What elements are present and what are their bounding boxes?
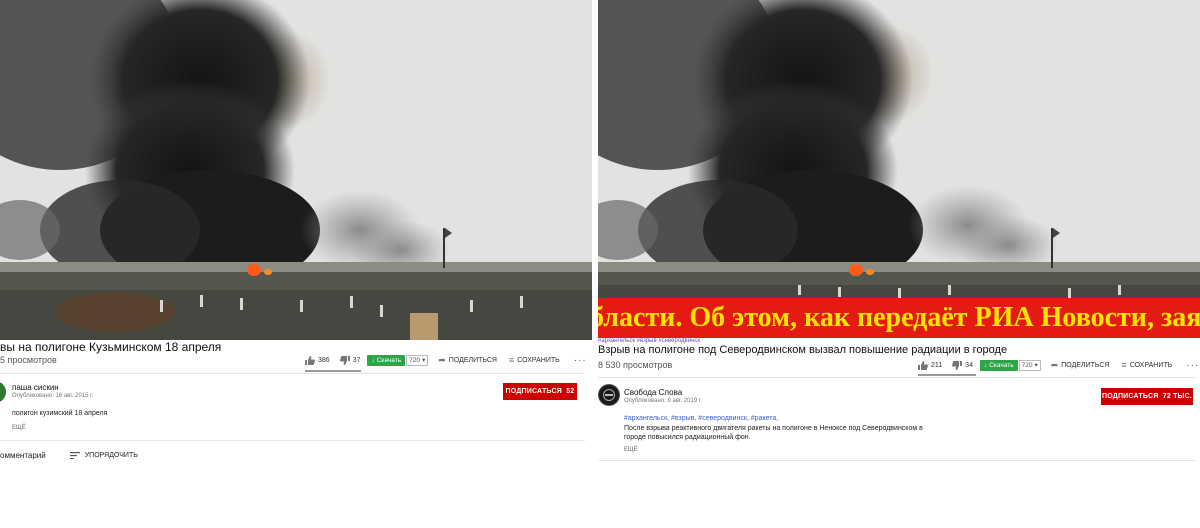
share-label: ПОДЕЛИТЬСЯ bbox=[448, 356, 497, 364]
channel-name[interactable]: Свобода Слова bbox=[624, 388, 682, 397]
dislike-count: 34 bbox=[965, 361, 973, 369]
divider bbox=[598, 460, 1196, 461]
chevron-down-icon: ▾ bbox=[421, 357, 426, 364]
quality-value: 720 bbox=[1021, 361, 1033, 369]
share-icon: ➦ bbox=[1050, 359, 1059, 370]
like-count: 386 bbox=[318, 356, 330, 364]
share-label: ПОДЕЛИТЬСЯ bbox=[1061, 361, 1110, 369]
dislike-button[interactable]: 37 bbox=[339, 355, 361, 365]
save-label: СОХРАНИТЬ bbox=[517, 356, 560, 364]
thumbs-up-icon bbox=[918, 360, 928, 370]
thumbs-down-icon bbox=[952, 360, 963, 370]
video-player-left[interactable] bbox=[0, 0, 592, 340]
show-more-link[interactable]: ЕЩЁ bbox=[12, 425, 26, 431]
sort-label: УПОРЯДОЧИТЬ bbox=[84, 452, 138, 459]
video-actions: 386 37 ↓ Скачать 720 ▾ ➦ ПОДЕЛИТЬСЯ ≡ СО… bbox=[305, 353, 587, 367]
description-hashtags[interactable]: #архангельск, #взрыв, #северодвинск, #ра… bbox=[624, 414, 778, 423]
channel-avatar[interactable] bbox=[598, 384, 620, 406]
download-arrow-icon: ↓ bbox=[983, 361, 988, 369]
video-description-line: городе повысился радиационный фон. bbox=[624, 434, 751, 441]
save-button[interactable]: ≡ СОХРАНИТЬ bbox=[1121, 360, 1172, 370]
divider bbox=[0, 440, 585, 441]
publish-date: Опубликовано: 16 авг. 2015 г. bbox=[12, 393, 94, 399]
quality-value: 720 bbox=[409, 356, 420, 364]
show-more-link[interactable]: ЕЩЁ bbox=[624, 447, 638, 453]
download-button[interactable]: ↓ Скачать bbox=[367, 354, 406, 366]
quality-select[interactable]: 720 ▾ bbox=[406, 354, 429, 366]
explosion-smoke-frame bbox=[0, 0, 592, 340]
share-button[interactable]: ➦ ПОДЕЛИТЬСЯ bbox=[1051, 360, 1110, 371]
subscribe-button[interactable]: ПОДПИСАТЬСЯ 52 bbox=[503, 383, 577, 400]
like-ratio-bar bbox=[305, 370, 361, 372]
download-arrow-icon: ↓ bbox=[371, 356, 375, 364]
thumbs-down-icon bbox=[339, 355, 350, 365]
right-video-page: бласти. Об этом, как передаёт РИА Новост… bbox=[598, 0, 1200, 528]
save-label: СОХРАНИТЬ bbox=[1129, 361, 1173, 369]
sort-comments-button[interactable]: УПОРЯДОЧИТЬ bbox=[69, 452, 138, 459]
subscribe-label: ПОДПИСАТЬСЯ bbox=[1101, 393, 1159, 400]
video-actions: 211 34 ↓ Скачать 720 ▾ ➦ ПОДЕЛИТЬСЯ ≡ СО… bbox=[918, 358, 1199, 372]
like-count: 211 bbox=[931, 361, 943, 369]
news-ticker-overlay: бласти. Об этом, как передаёт РИА Новост… bbox=[598, 298, 1200, 338]
subscribe-button[interactable]: ПОДПИСАТЬСЯ 72 ТЫС. bbox=[1101, 388, 1193, 405]
download-label: Скачать bbox=[376, 356, 402, 364]
channel-avatar[interactable] bbox=[0, 381, 6, 403]
download-button[interactable]: ↓ Скачать bbox=[979, 359, 1018, 371]
video-title: Взрыв на полигоне под Северодвинском выз… bbox=[598, 344, 1008, 356]
comments-header: омментарий УПОРЯДОЧИТЬ bbox=[0, 451, 138, 460]
chevron-down-icon: ▾ bbox=[1034, 362, 1038, 369]
share-button[interactable]: ➦ ПОДЕЛИТЬСЯ bbox=[438, 355, 497, 366]
quality-select[interactable]: 720 ▾ bbox=[1018, 359, 1041, 371]
video-description-line: После взрыва реактивного двигателя ракет… bbox=[624, 425, 923, 432]
dislike-button[interactable]: 34 bbox=[952, 360, 973, 370]
divider bbox=[0, 373, 585, 374]
save-button[interactable]: ≡ СОХРАНИТЬ bbox=[509, 355, 560, 365]
video-description: полигон кузимский 18 апреля bbox=[12, 410, 108, 417]
divider bbox=[598, 377, 1196, 378]
like-button[interactable]: 386 bbox=[305, 355, 330, 365]
channel-logo-icon-bar bbox=[605, 394, 613, 396]
comments-count-label: омментарий bbox=[0, 451, 46, 460]
left-video-page: вы на полигоне Кузьминском 18 апреля 5 п… bbox=[0, 0, 592, 528]
channel-name[interactable]: паша сискин bbox=[12, 383, 59, 392]
subscriber-count: 52 bbox=[566, 388, 575, 395]
video-title: вы на полигоне Кузьминском 18 апреля bbox=[0, 340, 222, 354]
playlist-add-icon: ≡ bbox=[1121, 360, 1127, 370]
view-count: 5 просмотров bbox=[0, 355, 57, 365]
dislike-count: 37 bbox=[352, 356, 361, 364]
explosion-smoke-frame bbox=[598, 0, 1200, 338]
view-count: 8 530 просмотров bbox=[598, 360, 673, 370]
more-actions-icon[interactable]: ··· bbox=[1186, 360, 1199, 371]
like-ratio-bar bbox=[918, 374, 976, 376]
like-button[interactable]: 211 bbox=[918, 360, 943, 370]
publish-date: Опубликовано: 9 авг. 2019 г. bbox=[624, 398, 702, 404]
sort-icon bbox=[69, 452, 80, 459]
download-label: Скачать bbox=[989, 361, 1014, 369]
playlist-add-icon: ≡ bbox=[508, 355, 515, 365]
share-icon: ➦ bbox=[438, 354, 446, 365]
thumbs-up-icon bbox=[305, 355, 315, 365]
subscriber-count: 72 ТЫС. bbox=[1162, 393, 1192, 400]
video-player-right[interactable] bbox=[598, 0, 1200, 338]
subscribe-label: ПОДПИСАТЬСЯ bbox=[505, 388, 562, 395]
more-actions-icon[interactable]: ··· bbox=[574, 355, 587, 366]
